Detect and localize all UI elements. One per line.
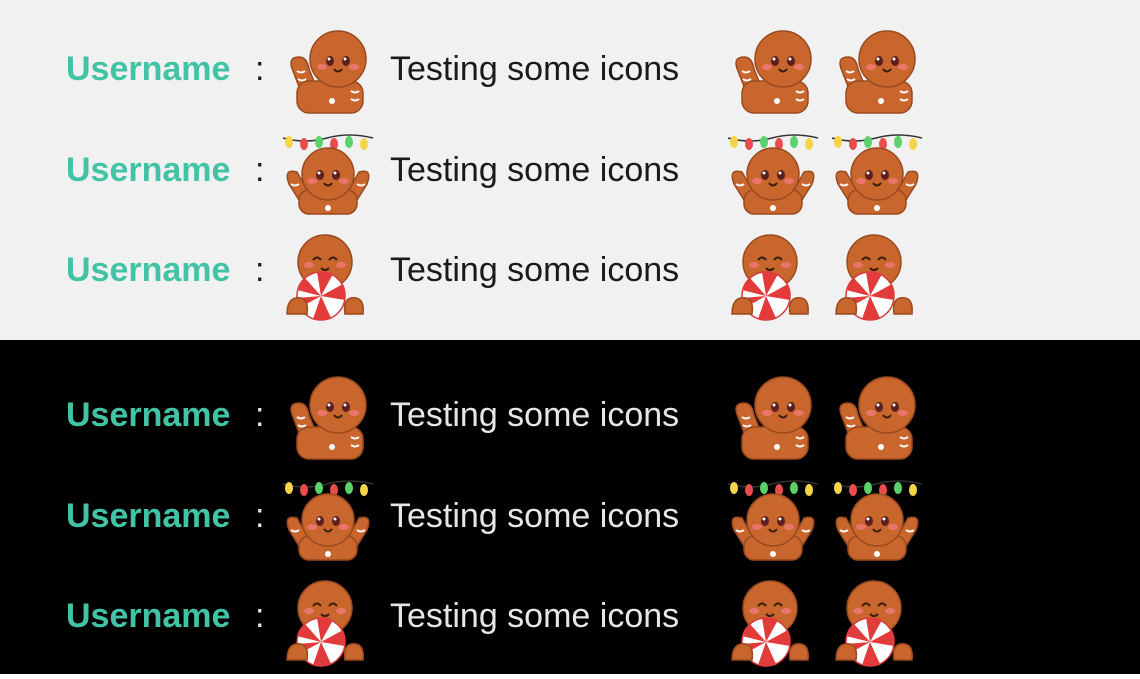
gingerbread-lights-icon — [727, 132, 819, 215]
gingerbread-candy-icon — [728, 578, 818, 667]
username-separator: : — [255, 396, 265, 434]
username[interactable]: Username — [66, 596, 230, 636]
username[interactable]: Username — [66, 250, 230, 290]
chat-panel-light: Username : Testing some icons Username:… — [0, 0, 1140, 340]
chat-message: Username : Testing some icons — [0, 376, 1140, 478]
gingerbread-lights-icon — [831, 132, 923, 215]
chat-message: Username : Testing some icons — [0, 232, 1140, 333]
gingerbread-lights-icon — [282, 132, 374, 215]
chat-message: Username : Testing some icons — [0, 30, 1140, 132]
message-text: Testing some icons — [390, 251, 680, 289]
gingerbread-candy-icon — [283, 232, 373, 321]
username[interactable]: Username — [66, 496, 230, 536]
gingerbread-candy-icon — [728, 232, 818, 321]
gingerbread-lights-icon — [831, 478, 923, 561]
username[interactable]: Username — [66, 49, 230, 89]
chat-message: Username : Testing some icons — [0, 132, 1140, 233]
gingerbread-wave-icon — [283, 30, 373, 114]
gingerbread-wave-icon — [728, 30, 818, 114]
gingerbread-wave-icon — [832, 376, 922, 460]
message-text: Testing some icons — [390, 50, 680, 88]
gingerbread-lights-icon — [727, 478, 819, 561]
message-text: Testing some icons — [390, 597, 680, 635]
username[interactable]: Username — [66, 150, 230, 190]
username-separator: : — [255, 597, 265, 635]
emote-preview: Username : Testing some icons Username:… — [0, 0, 1140, 674]
gingerbread-wave-icon — [283, 376, 373, 460]
gingerbread-candy-icon — [832, 232, 922, 321]
message-text: Testing some icons — [390, 150, 680, 189]
message-text: Testing some icons — [390, 496, 680, 535]
gingerbread-candy-icon — [832, 578, 922, 667]
username[interactable]: Username — [66, 395, 230, 435]
username-separator: : — [255, 496, 265, 535]
username-separator: : — [255, 150, 265, 189]
gingerbread-candy-icon — [283, 578, 373, 667]
username-separator: : — [255, 251, 265, 289]
username-separator: : — [255, 50, 265, 88]
chat-message: Username : Testing some icons — [0, 578, 1140, 679]
message-text: Testing some icons — [390, 396, 680, 434]
chat-panel-dark: Username : Testing some icons Username:… — [0, 340, 1140, 674]
gingerbread-wave-icon — [728, 376, 818, 460]
gingerbread-lights-icon — [282, 478, 374, 561]
chat-message: Username : Testing some icons — [0, 478, 1140, 579]
gingerbread-wave-icon — [832, 30, 922, 114]
